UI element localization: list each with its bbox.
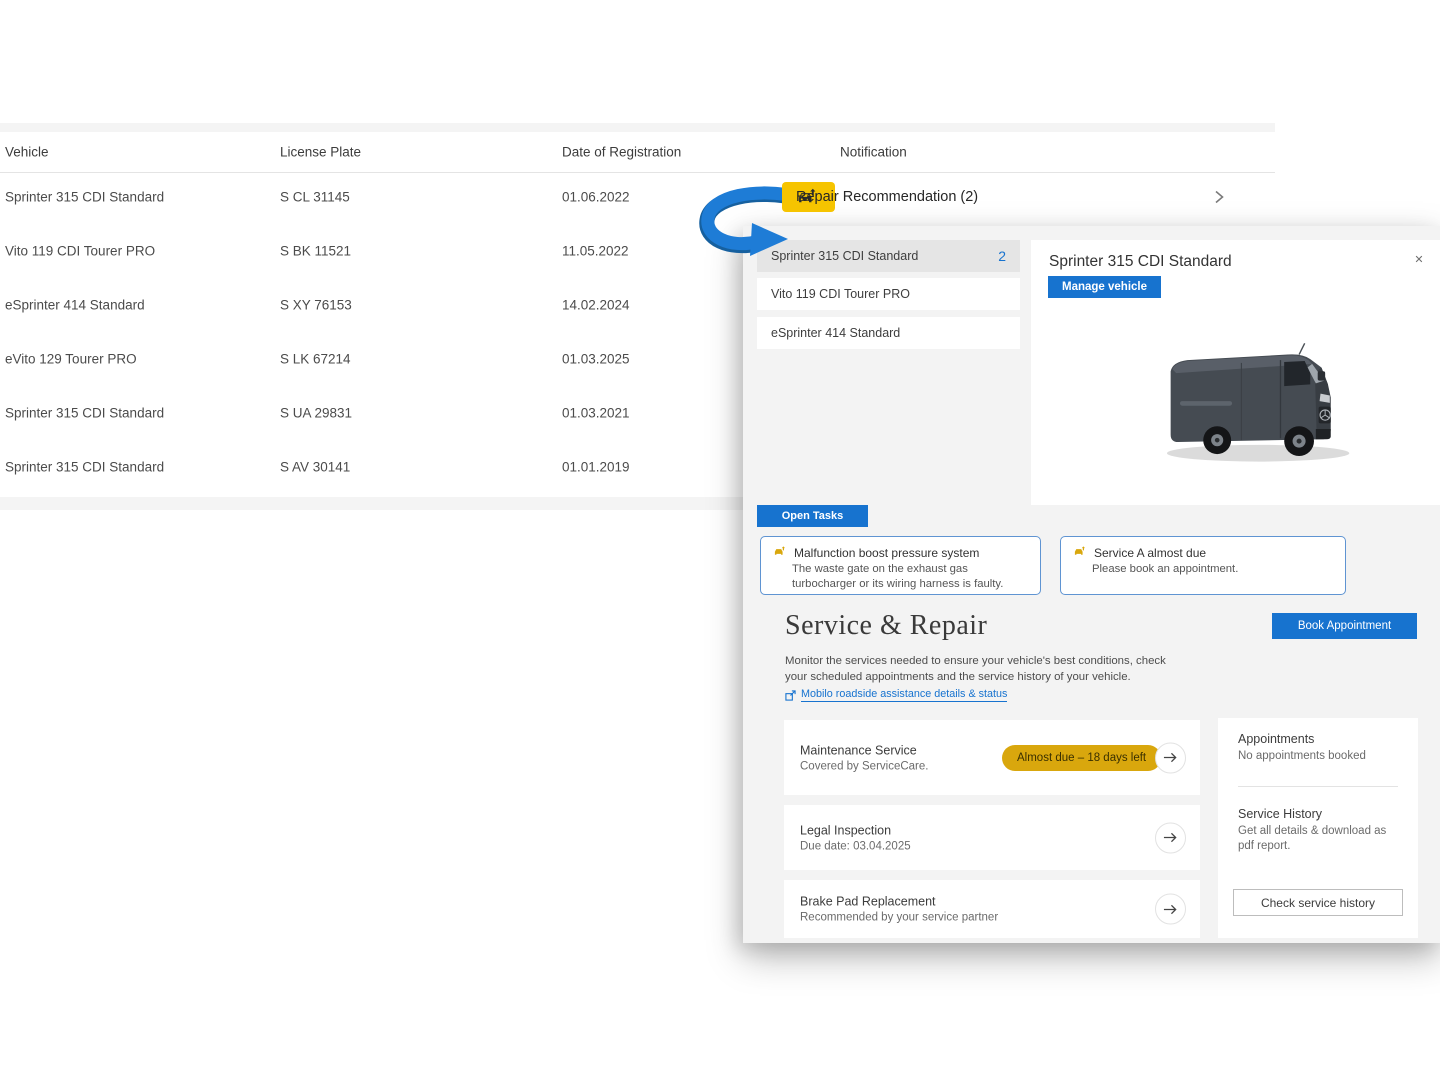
arrow-right-icon <box>1163 752 1178 764</box>
service-title: Legal Inspection <box>800 823 911 837</box>
task-card-service-a[interactable]: Service A almost due Please book an appo… <box>1060 536 1346 595</box>
service-title: Maintenance Service <box>800 743 928 757</box>
appointments-history-card: Appointments No appointments booked Serv… <box>1218 718 1418 938</box>
table-top-band <box>0 123 1275 132</box>
almost-due-badge: Almost due – 18 days left <box>1002 745 1161 771</box>
cell-date: 11.05.2022 <box>562 244 629 259</box>
check-service-history-button[interactable]: Check service history <box>1233 889 1403 916</box>
task-title: Service A almost due <box>1094 546 1206 560</box>
arrow-right-icon <box>1163 832 1178 844</box>
cell-date: 01.03.2021 <box>562 406 630 421</box>
table-header-row: Vehicle License Plate Date of Registrati… <box>0 132 1275 173</box>
service-history-title: Service History <box>1238 807 1398 821</box>
task-title: Malfunction boost pressure system <box>794 546 979 560</box>
cell-vehicle: eVito 129 Tourer PRO <box>5 352 137 367</box>
vehicle-list-item-esprinter-414[interactable]: eSprinter 414 Standard <box>757 317 1020 349</box>
vehicle-list-item-sprinter-315[interactable]: Sprinter 315 CDI Standard 2 <box>757 240 1020 272</box>
car-repair-icon <box>773 546 786 557</box>
mobilo-assistance-link-label: Mobilo roadside assistance details & sta… <box>801 688 1007 702</box>
service-detail-button[interactable] <box>1155 894 1186 925</box>
cell-vehicle: Sprinter 315 CDI Standard <box>5 190 164 205</box>
task-description: Please book an appointment. <box>1092 562 1335 577</box>
column-header-vehicle: Vehicle <box>5 145 49 160</box>
service-detail-button[interactable] <box>1155 742 1186 773</box>
service-card-legal-inspection[interactable]: Legal Inspection Due date: 03.04.2025 <box>784 805 1200 870</box>
chevron-right-icon[interactable] <box>1210 188 1228 206</box>
vehicle-list-label: Vito 119 CDI Tourer PRO <box>771 287 910 301</box>
external-link-icon <box>785 690 796 701</box>
cell-license-plate: S XY 76153 <box>280 298 352 313</box>
cell-license-plate: S LK 67214 <box>280 352 351 367</box>
cell-vehicle: Sprinter 315 CDI Standard <box>5 406 164 421</box>
arrow-right-icon <box>1163 903 1178 915</box>
appointments-subtitle: No appointments booked <box>1238 749 1398 764</box>
vehicle-list-item-vito-119[interactable]: Vito 119 CDI Tourer PRO <box>757 278 1020 310</box>
service-repair-heading: Service & Repair <box>785 610 987 642</box>
vehicle-detail-title: Sprinter 315 CDI Standard <box>1049 253 1232 271</box>
manage-vehicle-button[interactable]: Manage vehicle <box>1048 276 1161 298</box>
task-card-malfunction[interactable]: Malfunction boost pressure system The wa… <box>760 536 1041 595</box>
car-repair-icon <box>1073 546 1086 557</box>
service-detail-button[interactable] <box>1155 822 1186 853</box>
vehicle-image <box>1139 332 1381 472</box>
cell-vehicle: Vito 119 CDI Tourer PRO <box>5 244 155 259</box>
service-subtitle: Recommended by your service partner <box>800 912 998 924</box>
appointments-title: Appointments <box>1238 732 1398 746</box>
vehicle-detail-card: Sprinter 315 CDI Standard Manage vehicle… <box>1031 240 1440 505</box>
column-header-date: Date of Registration <box>562 145 681 160</box>
cell-license-plate: S BK 11521 <box>280 244 351 259</box>
cell-date: 14.02.2024 <box>562 298 630 313</box>
cell-license-plate: S CL 31145 <box>280 190 350 205</box>
vehicle-list-label: Sprinter 315 CDI Standard <box>771 249 918 263</box>
book-appointment-button[interactable]: Book Appointment <box>1272 613 1417 639</box>
column-header-notification: Notification <box>840 145 907 160</box>
cell-date: 01.01.2019 <box>562 460 630 475</box>
close-icon[interactable]: ✕ <box>1410 250 1428 268</box>
column-header-license-plate: License Plate <box>280 145 361 160</box>
cell-license-plate: S AV 30141 <box>280 460 350 475</box>
task-description: The waste gate on the exhaust gas turboc… <box>792 562 1030 592</box>
repair-recommendation-label: Repair Recommendation (2) <box>796 189 978 205</box>
cell-date: 01.06.2022 <box>562 190 630 205</box>
service-history-subtitle: Get all details & download as pdf report… <box>1238 824 1388 854</box>
cell-date: 01.03.2025 <box>562 352 630 367</box>
cell-vehicle: eSprinter 414 Standard <box>5 298 145 313</box>
open-tasks-tab[interactable]: Open Tasks <box>757 505 868 527</box>
cell-license-plate: S UA 29831 <box>280 406 352 421</box>
service-subtitle: Due date: 03.04.2025 <box>800 840 911 852</box>
cell-vehicle: Sprinter 315 CDI Standard <box>5 460 164 475</box>
service-subtitle: Covered by ServiceCare. <box>800 760 928 772</box>
service-repair-description: Monitor the services needed to ensure yo… <box>785 653 1177 685</box>
vehicle-list-label: eSprinter 414 Standard <box>771 326 900 340</box>
service-card-maintenance[interactable]: Maintenance Service Covered by ServiceCa… <box>784 720 1200 795</box>
notification-count-badge: 2 <box>998 248 1006 264</box>
divider <box>1238 786 1398 787</box>
table-row[interactable]: Sprinter 315 CDI Standard S CL 31145 01.… <box>0 173 1275 221</box>
vehicle-detail-overlay: Sprinter 315 CDI Standard 2 Vito 119 CDI… <box>743 226 1440 943</box>
mobilo-assistance-link[interactable]: Mobilo roadside assistance details & sta… <box>785 688 1007 702</box>
repair-recommendation-badge[interactable]: Repair Recommendation (2) <box>782 182 835 212</box>
service-title: Brake Pad Replacement <box>800 895 998 909</box>
service-card-brake-pad[interactable]: Brake Pad Replacement Recommended by you… <box>784 880 1200 938</box>
